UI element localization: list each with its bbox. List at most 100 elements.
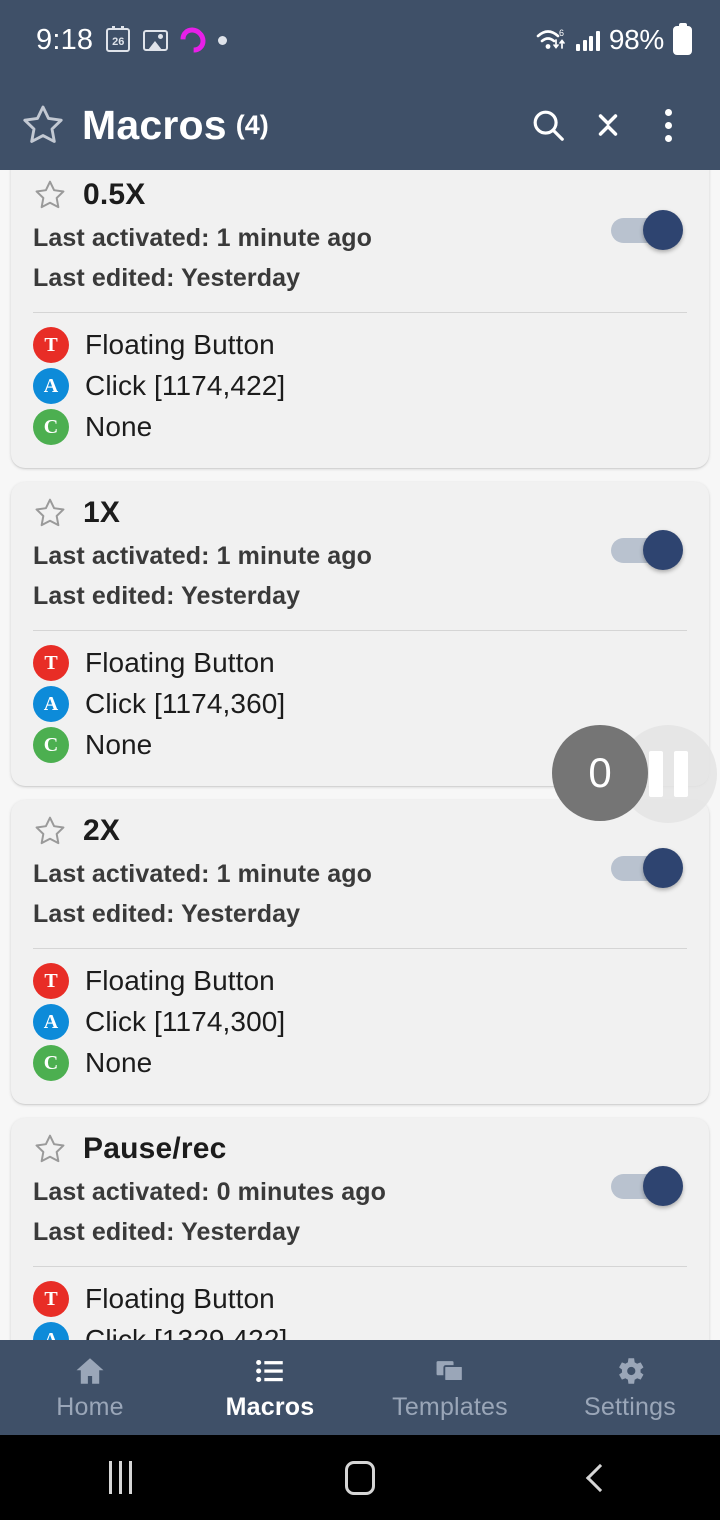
macro-enable-toggle[interactable] — [611, 1166, 683, 1206]
macro-card[interactable]: 1X Last activated: 1 minute ago Last edi… — [11, 482, 709, 786]
macro-card-header: Pause/rec — [33, 1132, 687, 1166]
trigger-text: Floating Button — [85, 965, 275, 996]
constraint-badge: C — [33, 727, 69, 763]
macro-action-row: A Click [1174,422] — [33, 368, 687, 404]
constraint-text: None — [85, 1047, 153, 1078]
macro-action-row: A Click [1174,360] — [33, 686, 687, 722]
status-bar-right: 6 98% — [535, 22, 692, 56]
macro-constraint-row: C None — [33, 409, 687, 445]
wifi-6-icon: 6 — [535, 27, 567, 53]
dot-icon — [218, 35, 228, 45]
calendar-icon: 26 — [106, 26, 131, 52]
card-divider — [33, 948, 687, 949]
macro-last-activated: Last activated: 1 minute ago — [33, 224, 372, 252]
macro-name: Pause/rec — [83, 1132, 227, 1165]
macro-constraint-row: C None — [33, 1045, 687, 1081]
status-bar: 9:18 26 6 98% — [0, 0, 720, 80]
macro-last-edited: Last edited: Yesterday — [33, 582, 301, 610]
macro-card[interactable]: Pause/rec Last activated: 0 minutes ago … — [11, 1118, 709, 1340]
action-badge: A — [33, 1322, 69, 1340]
battery-percent: 98% — [608, 24, 664, 55]
trigger-text: Floating Button — [85, 1283, 275, 1314]
home-icon — [73, 1354, 107, 1388]
macro-trigger-row: T Floating Button — [33, 1281, 687, 1317]
system-navigation-bar — [0, 1435, 720, 1520]
image-icon — [143, 29, 169, 51]
macro-last-activated: Last activated: 1 minute ago — [33, 860, 372, 888]
recents-icon[interactable] — [0, 1461, 240, 1494]
signal-icon — [576, 29, 600, 51]
macro-card[interactable]: 2X Last activated: 1 minute ago Last edi… — [11, 800, 709, 1104]
favorite-star-icon[interactable] — [33, 1132, 67, 1166]
macro-trigger-row: T Floating Button — [33, 327, 687, 363]
trigger-badge: T — [33, 645, 69, 681]
macro-trigger-row: T Floating Button — [33, 963, 687, 999]
overflow-menu-icon[interactable] — [638, 95, 698, 155]
constraint-text: None — [85, 411, 153, 442]
toggle-thumb — [643, 210, 683, 250]
macro-card[interactable]: 0.5X Last activated: 1 minute ago Last e… — [11, 170, 709, 468]
favorite-star-icon[interactable] — [33, 178, 67, 212]
constraint-badge: C — [33, 409, 69, 445]
macro-last-activated: Last activated: 1 minute ago — [33, 542, 372, 570]
macro-count: (4) — [235, 109, 269, 140]
bottom-navigation: Home Macros Templates Settings — [0, 1340, 720, 1435]
nav-item-home[interactable]: Home — [0, 1354, 180, 1422]
action-text: Click [1174,422] — [85, 370, 286, 401]
macro-constraint-row: C None — [33, 727, 687, 763]
nav-item-macros[interactable]: Macros — [180, 1354, 360, 1422]
constraint-text: None — [85, 729, 153, 760]
favorites-filter-star-icon[interactable] — [20, 102, 66, 148]
action-badge: A — [33, 1004, 69, 1040]
status-clock: 9:18 — [36, 23, 94, 56]
macro-last-edited: Last edited: Yesterday — [33, 264, 301, 292]
app-toolbar: Macros (4) — [0, 80, 720, 170]
action-text: Click [1329,422] — [85, 1324, 288, 1340]
macro-action-row: A Click [1174,300] — [33, 1004, 687, 1040]
macro-last-edited: Last edited: Yesterday — [33, 1218, 301, 1246]
action-text: Click [1174,360] — [85, 688, 286, 719]
macro-name: 2X — [83, 814, 121, 847]
svg-text:6: 6 — [559, 28, 564, 38]
macro-card-header: 2X — [33, 814, 687, 848]
macro-trigger-row: T Floating Button — [33, 645, 687, 681]
back-chevron-icon[interactable] — [480, 1463, 720, 1492]
toggle-thumb — [643, 1166, 683, 1206]
gear-icon — [613, 1354, 647, 1388]
trigger-badge: T — [33, 1281, 69, 1317]
favorite-star-icon[interactable] — [33, 496, 67, 530]
action-text: Click [1174,300] — [85, 1006, 286, 1037]
macro-name: 0.5X — [83, 178, 146, 211]
list-icon — [253, 1354, 287, 1388]
toggle-thumb — [643, 848, 683, 888]
search-icon[interactable] — [518, 95, 578, 155]
nav-item-settings[interactable]: Settings — [540, 1354, 720, 1422]
macro-last-edited: Last edited: Yesterday — [33, 900, 301, 928]
nav-label-settings: Settings — [584, 1392, 676, 1421]
favorite-star-icon[interactable] — [33, 814, 67, 848]
nav-label-macros: Macros — [225, 1392, 315, 1421]
macro-last-activated: Last activated: 0 minutes ago — [33, 1178, 386, 1206]
card-divider — [33, 312, 687, 313]
card-divider — [33, 630, 687, 631]
trigger-text: Floating Button — [85, 329, 275, 360]
macro-action-row: A Click [1329,422] — [33, 1322, 687, 1340]
collapse-all-icon[interactable] — [578, 95, 638, 155]
action-badge: A — [33, 368, 69, 404]
phone-screen: 9:18 26 6 98% Macros (4) 0.5X Last activ… — [0, 0, 720, 1520]
macro-enable-toggle[interactable] — [611, 848, 683, 888]
battery-icon — [673, 22, 692, 55]
macro-enable-toggle[interactable] — [611, 210, 683, 250]
macro-enable-toggle[interactable] — [611, 530, 683, 570]
macro-list[interactable]: 0.5X Last activated: 1 minute ago Last e… — [0, 170, 720, 1340]
status-bar-left: 9:18 26 — [36, 22, 228, 58]
macro-name: 1X — [83, 496, 121, 529]
action-badge: A — [33, 686, 69, 722]
page-title: Macros — [82, 101, 227, 148]
nav-item-templates[interactable]: Templates — [360, 1354, 540, 1422]
home-square-icon[interactable] — [240, 1460, 480, 1495]
trigger-text: Floating Button — [85, 647, 275, 678]
trigger-badge: T — [33, 963, 69, 999]
nav-label-templates: Templates — [392, 1392, 508, 1421]
macro-card-header: 0.5X — [33, 178, 687, 212]
